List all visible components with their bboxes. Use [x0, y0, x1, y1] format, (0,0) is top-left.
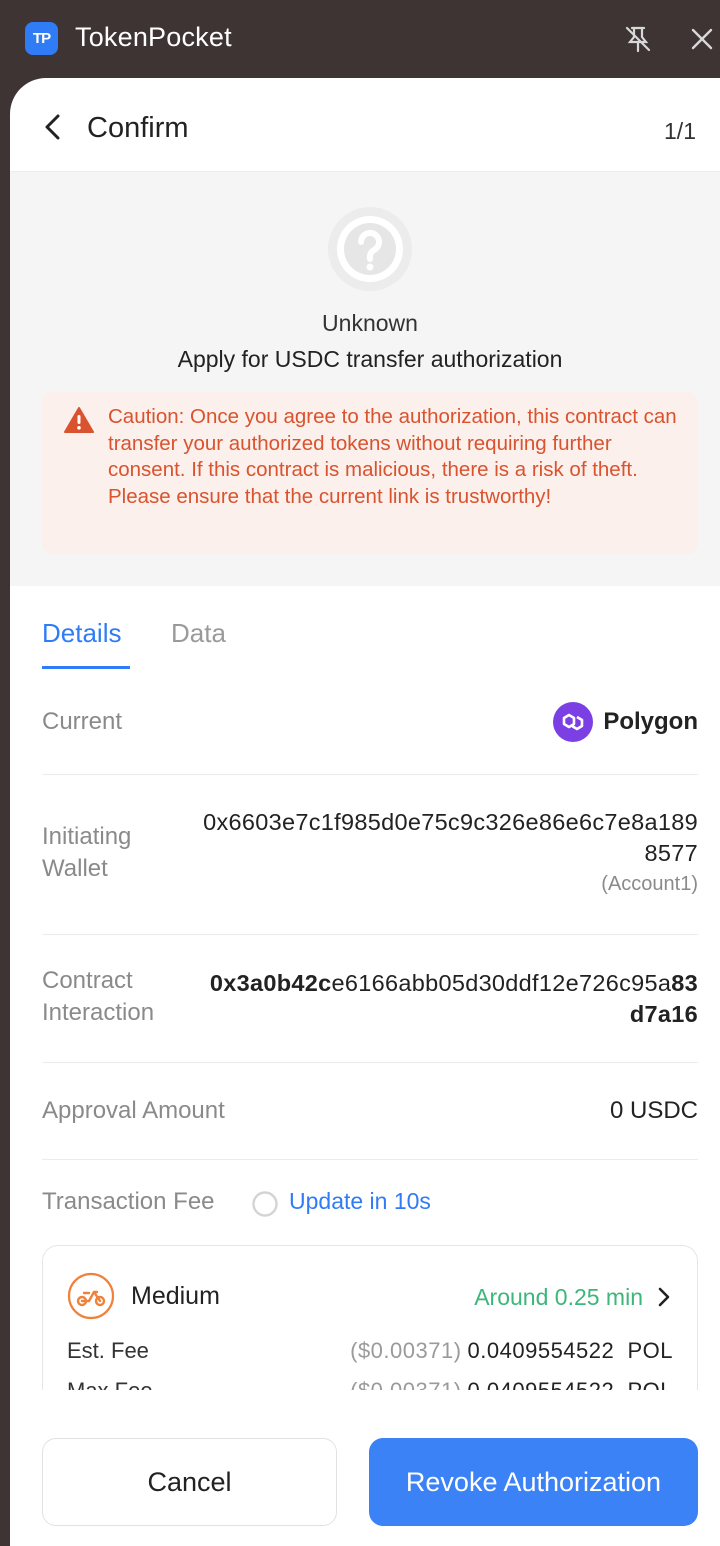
request-summary: Unknown Apply for USDC transfer authoriz…	[10, 172, 720, 586]
warning-triangle-icon	[64, 407, 94, 433]
action-footer: Cancel Revoke Authorization	[10, 1390, 720, 1546]
contract-interaction-row: Contract Interaction 0x3a0b42ce6166abb05…	[42, 935, 698, 1063]
network-name: Polygon	[603, 708, 698, 735]
scooter-icon	[67, 1272, 115, 1320]
app-title: TokenPocket	[75, 22, 232, 52]
contract-address-middle: e6166abb05d30ddf12e726c95a	[331, 970, 672, 996]
est-fee-value: 0.0409554522 POL	[467, 1338, 673, 1363]
wallet-label: Initiating Wallet	[42, 823, 132, 882]
current-label: Current	[42, 708, 123, 735]
tab-data[interactable]: Data	[171, 618, 226, 649]
wallet-account-name: (Account1)	[601, 873, 698, 895]
approval-amount-row: Approval Amount 0 USDC	[42, 1063, 698, 1160]
page-title: Confirm	[87, 112, 189, 144]
polygon-icon	[553, 702, 594, 742]
contract-label: Contract Interaction	[42, 967, 155, 1026]
chevron-right-icon	[658, 1287, 670, 1307]
initiating-wallet-row: Initiating Wallet 0x6603e7c1f985d0e75c9c…	[42, 775, 698, 935]
tab-details[interactable]: Details	[42, 618, 121, 649]
amount-label: Approval Amount	[42, 1097, 225, 1124]
close-icon[interactable]	[688, 25, 716, 53]
back-arrow-icon[interactable]	[40, 112, 66, 142]
window-titlebar: TP TokenPocket	[0, 0, 720, 78]
active-tab-indicator	[42, 666, 130, 669]
unknown-dapp-icon	[328, 207, 412, 291]
contract-address[interactable]: 0x3a0b42ce6166abb05d30ddf12e726c95a83d7a…	[198, 968, 698, 1030]
fee-update-countdown: Update in 10s	[289, 1188, 431, 1214]
refresh-countdown-icon	[252, 1191, 278, 1217]
dapp-name: Unknown	[322, 310, 418, 336]
cancel-button[interactable]: Cancel	[42, 1438, 337, 1526]
wallet-address[interactable]: 0x6603e7c1f985d0e75c9c326e86e6c7e8a18985…	[198, 807, 698, 869]
est-fee-value-group: ($0.00371) 0.0409554522 POL	[350, 1338, 673, 1364]
caution-box: Caution: Once you agree to the authoriza…	[42, 392, 698, 554]
fee-option-card[interactable]: Medium Around 0.25 min Est. Fee ($0.0037…	[42, 1245, 698, 1405]
page-header: Confirm 1/1	[10, 78, 720, 172]
network-badge: Polygon	[553, 702, 698, 742]
detail-tabs: Details Data	[10, 598, 720, 670]
current-network-row: Current Polygon	[42, 670, 698, 775]
revoke-authorization-button[interactable]: Revoke Authorization	[369, 1438, 698, 1526]
caution-text: Caution: Once you agree to the authoriza…	[108, 405, 677, 508]
approval-amount-value: 0 USDC	[609, 1097, 698, 1124]
fee-speed-eta: Around 0.25 min	[474, 1284, 643, 1310]
request-title: Apply for USDC transfer authorization	[177, 346, 563, 372]
contract-address-prefix: 0x3a0b42c	[209, 970, 332, 996]
est-fee-usd: ($0.00371)	[350, 1338, 462, 1363]
fee-label: Transaction Fee	[42, 1188, 215, 1215]
transaction-fee-header: Transaction Fee Update in 10s	[42, 1188, 698, 1228]
confirm-panel: Confirm 1/1 Unknown Apply for USDC trans…	[10, 78, 720, 1546]
fee-speed-name: Medium	[131, 1282, 220, 1310]
page-counter: 1/1	[664, 118, 696, 144]
unpin-icon[interactable]	[623, 24, 653, 54]
tokenpocket-logo-icon: TP	[25, 22, 58, 55]
est-fee-label: Est. Fee	[67, 1338, 149, 1363]
